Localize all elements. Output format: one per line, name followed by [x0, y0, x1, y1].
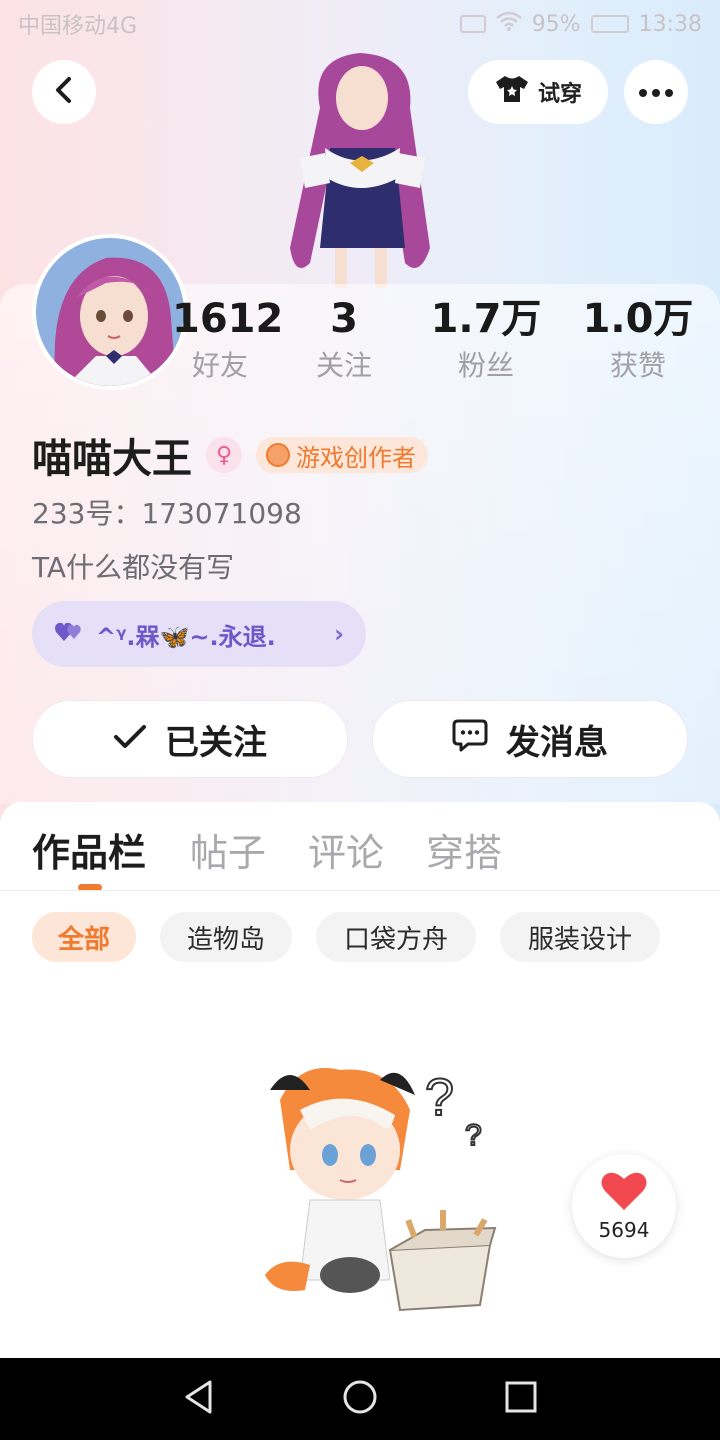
system-navigation-bar: [0, 1358, 720, 1440]
cp-label: ^ᵞ.槑🦋~.永退.: [96, 622, 276, 651]
wifi-icon: [495, 11, 522, 37]
stat-fans[interactable]: 1.7万 粉丝: [426, 296, 546, 386]
double-heart-icon: [54, 619, 86, 649]
battery-icon: [590, 15, 629, 33]
stat-value: 1612: [172, 296, 284, 342]
battery-label: 95%: [531, 11, 581, 37]
check-icon: [113, 719, 147, 759]
stat-following[interactable]: 3 关注: [300, 296, 388, 386]
stat-value: 1.0万: [582, 296, 694, 342]
followed-button[interactable]: 已关注: [32, 700, 348, 778]
stat-label: 获赞: [609, 349, 666, 382]
chevron-left-icon: [52, 75, 76, 109]
tabs-divider: [0, 890, 720, 891]
stat-value: 3: [330, 296, 358, 342]
try-on-button[interactable]: 试穿: [468, 60, 608, 124]
followed-label: 已关注: [165, 722, 267, 763]
nav-back-icon[interactable]: [182, 1379, 216, 1419]
filter-costume-design[interactable]: 服装设计: [500, 912, 660, 962]
creator-badge[interactable]: 游戏创作者: [256, 437, 428, 473]
filter-all[interactable]: 全部: [32, 912, 136, 962]
creator-badge-label: 游戏创作者: [296, 443, 416, 472]
stat-likes[interactable]: 1.0万 获赞: [578, 296, 698, 386]
shirt-icon: [494, 74, 530, 110]
nav-home-icon[interactable]: [341, 1378, 379, 1420]
stat-label: 好友: [191, 349, 248, 382]
carrier-label: 中国移动4G: [18, 14, 138, 39]
avatar[interactable]: [32, 234, 188, 390]
name-row: 喵喵大王 ♀ 游戏创作者: [32, 426, 428, 484]
more-horizontal-icon: [638, 83, 674, 102]
send-message-button[interactable]: 发消息: [372, 700, 688, 778]
status-right: 95% 13:38: [459, 11, 702, 37]
like-button[interactable]: 5694: [572, 1154, 676, 1258]
cp-relationship-pill[interactable]: ^ᵞ.槑🦋~.永退. ›: [32, 601, 366, 667]
status-bar: 中国移动4G 95% 13:38: [0, 0, 720, 48]
stat-label: 粉丝: [457, 349, 514, 382]
chat-bubble-icon: [452, 718, 488, 761]
heart-icon: [600, 1170, 648, 1216]
more-button[interactable]: [624, 60, 688, 124]
avatar-character-figure: [270, 48, 450, 293]
back-button[interactable]: [32, 60, 96, 124]
svg-text:?: ?: [425, 1069, 454, 1127]
tab-outfits[interactable]: 穿搭: [426, 822, 502, 877]
empty-state-illustration: ? ?: [240, 1050, 510, 1315]
stat-value: 1.7万: [430, 296, 542, 342]
vibrate-icon: [459, 15, 486, 33]
stat-friends[interactable]: 1612 好友: [172, 296, 284, 386]
bio-text: TA什么都没有写: [32, 551, 235, 584]
filter-pocket-ark[interactable]: 口袋方舟: [316, 912, 476, 962]
stat-label: 关注: [315, 349, 372, 382]
svg-text:?: ?: [465, 1119, 482, 1152]
like-count: 5694: [598, 1218, 650, 1242]
try-on-label: 试穿: [537, 82, 582, 107]
time-label: 13:38: [638, 11, 702, 37]
tab-posts[interactable]: 帖子: [190, 822, 266, 877]
nav-recents-icon[interactable]: [504, 1380, 538, 1418]
tab-comments[interactable]: 评论: [308, 822, 384, 877]
user-id: 233号：173071098: [32, 497, 302, 530]
tab-works[interactable]: 作品栏: [32, 822, 146, 877]
send-message-label: 发消息: [506, 722, 608, 763]
female-icon: ♀: [206, 437, 242, 473]
creator-badge-icon: [266, 443, 290, 467]
filter-creation-island[interactable]: 造物岛: [160, 912, 292, 962]
profile-name: 喵喵大王: [32, 436, 192, 482]
chevron-right-icon: ›: [334, 620, 344, 648]
